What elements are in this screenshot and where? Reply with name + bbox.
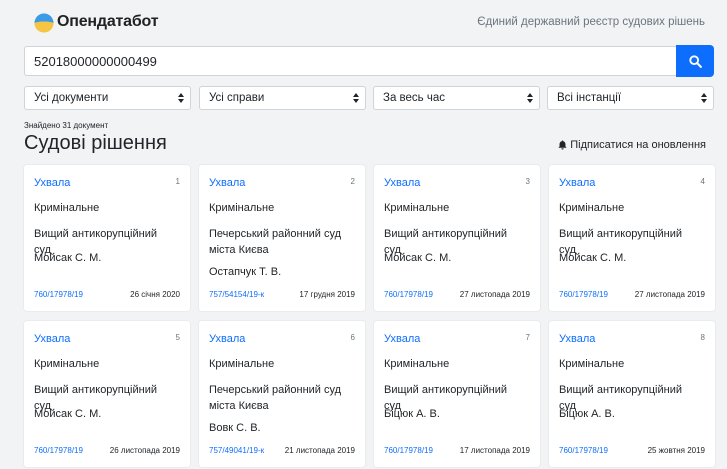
card-date: 17 листопада 2019 <box>459 446 530 455</box>
decision-card[interactable]: 2 Ухвала Кримінальне Печерський районний… <box>199 165 365 311</box>
header: Опендатабот Єдиний державний реєстр судо… <box>0 0 727 44</box>
card-type-link[interactable]: Ухвала <box>384 177 420 189</box>
logo-icon[interactable] <box>34 13 54 33</box>
filter-cases-label: Усі справи <box>209 92 265 104</box>
filter-period-label: За весь час <box>383 92 445 104</box>
filter-documents-label: Усі документи <box>34 92 109 104</box>
card-category: Кримінальне <box>209 202 275 214</box>
decision-card[interactable]: 7 Ухвала Кримінальне Вищий антикорупційн… <box>374 321 540 467</box>
select-arrows-icon <box>527 93 533 103</box>
card-type-link[interactable]: Ухвала <box>209 333 245 345</box>
card-case-number[interactable]: 760/17978/19 <box>384 446 433 455</box>
card-type-link[interactable]: Ухвала <box>559 177 595 189</box>
select-arrows-icon <box>353 93 359 103</box>
select-arrows-icon <box>701 93 707 103</box>
decision-card[interactable]: 6 Ухвала Кримінальне Печерський районний… <box>199 321 365 467</box>
card-number: 1 <box>175 177 180 186</box>
card-category: Кримінальне <box>559 202 625 214</box>
card-number: 2 <box>350 177 355 186</box>
card-judge: Біцюк А. В. <box>384 408 440 420</box>
card-case-number[interactable]: 760/17978/19 <box>34 446 83 455</box>
filter-instance[interactable]: Всі інстанції <box>547 86 714 110</box>
card-judge: Мойсак С. М. <box>34 408 102 420</box>
card-judge: Вовк С. В. <box>209 422 261 434</box>
card-number: 6 <box>350 333 355 342</box>
card-category: Кримінальне <box>559 358 625 370</box>
card-judge: Мойсак С. М. <box>384 252 452 264</box>
card-judge: Біцюк А. В. <box>559 408 615 420</box>
card-number: 4 <box>700 177 705 186</box>
bell-icon <box>558 140 567 150</box>
results-count: Знайдено 31 документ <box>24 121 109 130</box>
card-number: 3 <box>525 177 530 186</box>
card-case-number[interactable]: 760/17978/19 <box>34 290 83 299</box>
decision-card[interactable]: 3 Ухвала Кримінальне Вищий антикорупційн… <box>374 165 540 311</box>
card-type-link[interactable]: Ухвала <box>384 333 420 345</box>
decision-card[interactable]: 1 Ухвала Кримінальне Вищий антикорупційн… <box>24 165 190 311</box>
card-type-link[interactable]: Ухвала <box>209 177 245 189</box>
card-number: 8 <box>700 333 705 342</box>
card-date: 26 листопада 2019 <box>109 446 180 455</box>
filter-cases[interactable]: Усі справи <box>199 86 366 110</box>
card-type-link[interactable]: Ухвала <box>559 333 595 345</box>
card-judge: Мойсак С. М. <box>34 252 102 264</box>
card-date: 21 листопада 2019 <box>284 446 355 455</box>
decision-card[interactable]: 8 Ухвала Кримінальне Вищий антикорупційн… <box>549 321 715 467</box>
search-icon <box>688 54 702 68</box>
card-case-number[interactable]: 757/54154/19-к <box>209 290 264 299</box>
card-date: 26 січня 2020 <box>130 290 180 299</box>
card-type-link[interactable]: Ухвала <box>34 177 70 189</box>
card-date: 25 жовтня 2019 <box>647 446 705 455</box>
filter-instance-label: Всі інстанції <box>557 92 622 104</box>
card-number: 7 <box>525 333 530 342</box>
card-date: 27 листопада 2019 <box>459 290 530 299</box>
page-title: Судові рішення <box>24 132 167 154</box>
search-button[interactable] <box>676 45 714 77</box>
card-judge: Остапчук Т. В. <box>209 266 282 278</box>
subscribe-label: Підписатися на оновлення <box>570 139 706 151</box>
card-category: Кримінальне <box>384 358 450 370</box>
card-court: Печерський районний суд міста Києва <box>209 228 342 256</box>
card-category: Кримінальне <box>384 202 450 214</box>
search-input[interactable] <box>24 46 676 76</box>
card-category: Кримінальне <box>34 358 100 370</box>
select-arrows-icon <box>178 93 184 103</box>
tagline: Єдиний державний реєстр судових рішень <box>477 16 705 28</box>
filter-period[interactable]: За весь час <box>373 86 540 110</box>
card-category: Кримінальне <box>34 202 100 214</box>
card-court: Печерський районний суд міста Києва <box>209 384 342 412</box>
card-case-number[interactable]: 760/17978/19 <box>559 290 608 299</box>
card-date: 27 листопада 2019 <box>634 290 705 299</box>
subscribe-link[interactable]: Підписатися на оновлення <box>558 139 706 151</box>
card-judge: Мойсак С. М. <box>559 252 627 264</box>
card-case-number[interactable]: 760/17978/19 <box>559 446 608 455</box>
card-number: 5 <box>175 333 180 342</box>
card-date: 17 грудня 2019 <box>299 290 355 299</box>
card-case-number[interactable]: 760/17978/19 <box>384 290 433 299</box>
decision-card[interactable]: 5 Ухвала Кримінальне Вищий антикорупційн… <box>24 321 190 467</box>
card-category: Кримінальне <box>209 358 275 370</box>
decision-card[interactable]: 4 Ухвала Кримінальне Вищий антикорупційн… <box>549 165 715 311</box>
filter-documents[interactable]: Усі документи <box>24 86 191 110</box>
card-case-number[interactable]: 757/49041/19-к <box>209 446 264 455</box>
logo-text[interactable]: Опендатабот <box>57 13 159 31</box>
card-type-link[interactable]: Ухвала <box>34 333 70 345</box>
